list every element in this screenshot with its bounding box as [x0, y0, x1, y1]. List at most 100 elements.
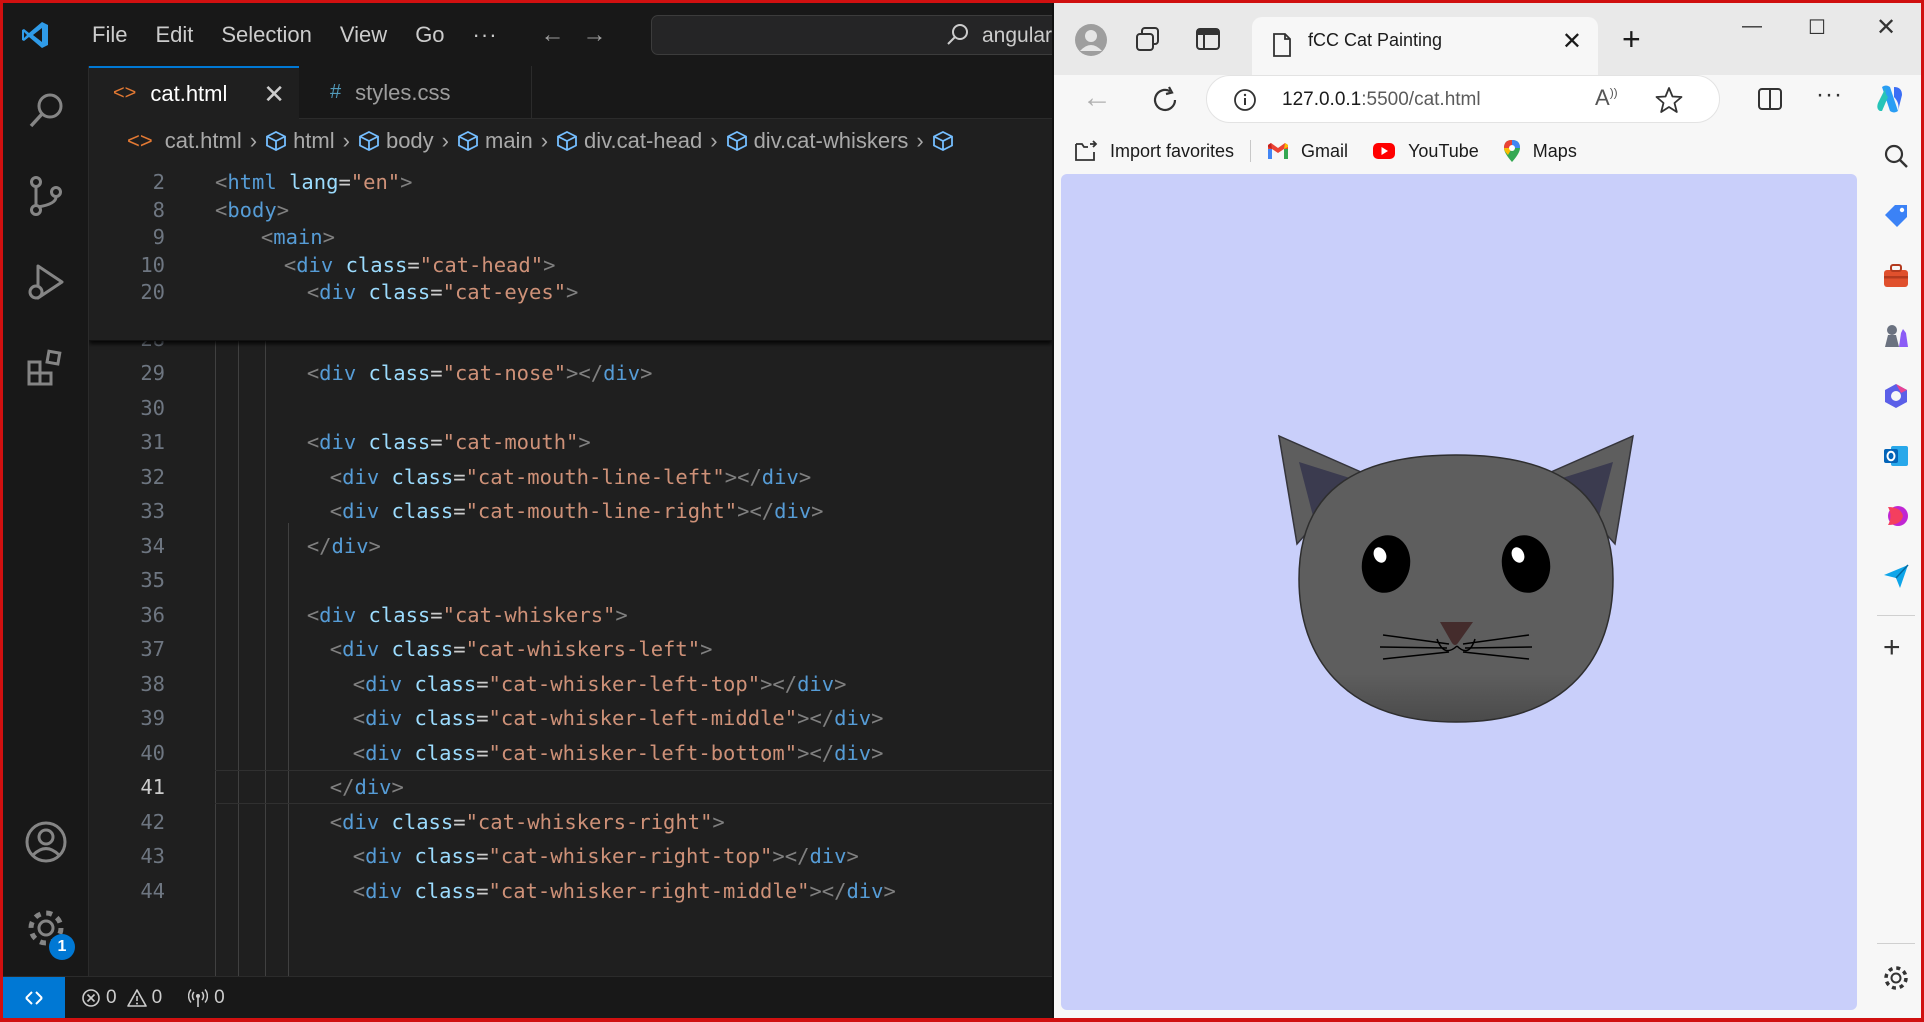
import-icon — [1075, 140, 1098, 161]
add-sidebar-app-icon[interactable]: + — [1883, 631, 1901, 665]
breadcrumb-item[interactable]: <> cat.html — [127, 128, 242, 154]
accounts-activity[interactable] — [3, 802, 89, 882]
breadcrumb-item[interactable]: div.cat-whiskers — [726, 128, 908, 154]
code-token: < — [329, 464, 343, 489]
favorites-bar: Import favorites Gmail YouTube Maps — [1054, 131, 1921, 171]
vertical-tabs-icon[interactable] — [1194, 25, 1222, 53]
explorer-search-activity[interactable] — [3, 70, 89, 150]
code-token: < — [306, 430, 320, 454]
forward-arrow-icon[interactable]: → — [574, 21, 616, 49]
workspaces-icon[interactable] — [1134, 25, 1162, 53]
split-screen-icon[interactable] — [1756, 85, 1784, 113]
code-text: <div class="cat-whiskers-left"> — [330, 632, 713, 666]
favorite-gmail[interactable]: Gmail — [1267, 141, 1348, 162]
back-arrow-icon[interactable]: ← — [1082, 81, 1112, 115]
favorite-star-icon[interactable] — [1655, 86, 1683, 114]
read-aloud-icon[interactable]: A)) — [1595, 85, 1618, 111]
site-info-icon[interactable] — [1233, 88, 1257, 112]
ports-indicator[interactable]: 0 — [188, 987, 225, 1009]
code-token: "cat-eyes" — [442, 280, 567, 305]
search-icon — [29, 93, 63, 128]
microsoft-365-icon[interactable] — [1881, 381, 1911, 411]
close-tab-icon[interactable]: ✕ — [263, 79, 285, 110]
code-token: </ — [306, 533, 332, 558]
outlook-icon[interactable] — [1881, 441, 1911, 471]
manage-activity[interactable]: 1 — [3, 888, 89, 968]
code-line[interactable]: 36 <div class="cat-whiskers"> — [89, 598, 1052, 632]
code-editor[interactable]: 2 <html lang="en"> 8 <body> 9 <main> 10 <div cl… — [89, 163, 1052, 976]
menu-selection[interactable]: Selection — [207, 22, 326, 48]
line-number: 34 — [140, 533, 165, 558]
extensions-activity[interactable] — [3, 328, 89, 408]
breadcrumb-item[interactable]: div.cat-head — [556, 128, 702, 154]
code-line[interactable]: 38 <div class="cat-whisker-left-top"></di… — [89, 667, 1052, 701]
menu-file[interactable]: File — [78, 22, 141, 48]
designer-icon[interactable] — [1881, 501, 1911, 531]
code-line[interactable]: 39 <div class="cat-whisker-left-middle"><… — [89, 701, 1052, 735]
code-line[interactable]: 35 — [89, 563, 1052, 597]
gear-icon[interactable] — [1881, 963, 1911, 993]
menu-more-button[interactable]: ··· — [459, 22, 512, 48]
send-arrow-icon[interactable] — [1881, 561, 1911, 591]
code-line-current[interactable]: 41 </div> — [89, 770, 1052, 804]
new-tab-button[interactable]: + — [1622, 21, 1641, 58]
code-token: div — [296, 252, 334, 277]
favorite-import[interactable]: Import favorites — [1074, 140, 1234, 162]
code-line[interactable]: 37 <div class="cat-whiskers-left"> — [89, 632, 1052, 666]
breadcrumb-item[interactable]: body — [358, 128, 434, 154]
tab-label: cat.html — [150, 80, 228, 106]
code-line[interactable]: 34 </div> — [89, 529, 1052, 563]
close-tab-icon[interactable]: ✕ — [1562, 27, 1582, 56]
shopping-tag-icon[interactable] — [1881, 201, 1911, 231]
code-line[interactable]: 32 <div class="cat-mouth-line-left"></div… — [89, 460, 1052, 494]
favorite-youtube[interactable]: YouTube — [1372, 141, 1479, 162]
code-line[interactable]: 33 <div class="cat-mouth-line-right"></di… — [89, 494, 1052, 528]
window-close-icon[interactable]: ✕ — [1876, 13, 1896, 42]
breadcrumb-item[interactable] — [932, 130, 960, 152]
tools-briefcase-icon[interactable] — [1881, 261, 1911, 291]
refresh-icon[interactable] — [1150, 85, 1180, 115]
breadcrumb-item[interactable]: html — [265, 128, 335, 154]
code-line[interactable]: 40 <div class="cat-whisker-left-bottom"><… — [89, 736, 1052, 770]
code-line[interactable]: 29 <div class="cat-nose"></div> — [89, 356, 1052, 390]
menu-go[interactable]: Go — [401, 22, 458, 48]
code-token: = — [430, 602, 443, 627]
copilot-icon[interactable] — [1872, 81, 1908, 117]
maximize-icon[interactable]: ☐ — [1808, 15, 1826, 40]
code-token: div — [846, 878, 884, 903]
run-debug-activity[interactable] — [3, 242, 89, 322]
tab-cat-html[interactable]: <> cat.html ✕ — [89, 66, 299, 119]
remote-indicator[interactable] — [3, 976, 65, 1018]
source-control-activity[interactable] — [3, 156, 89, 236]
more-options-icon[interactable]: ··· — [1816, 81, 1843, 109]
code-token: div — [834, 740, 872, 765]
code-line[interactable]: 42 <div class="cat-whiskers-right"> — [89, 805, 1052, 839]
code-line[interactable]: 20 <div class="cat-eyes"> — [89, 275, 1052, 309]
back-arrow-icon[interactable]: ← — [532, 21, 574, 49]
code-line[interactable]: 30 — [89, 391, 1052, 425]
profile-avatar-icon[interactable] — [1074, 23, 1108, 57]
page-viewport[interactable] — [1061, 174, 1857, 1010]
search-icon[interactable] — [1881, 141, 1911, 171]
sticky-scroll-header[interactable]: 2 <html lang="en"> 8 <body> 9 <main> 10 <div cl… — [89, 163, 1052, 341]
code-token: class — [414, 671, 477, 696]
browser-tab-active[interactable]: fCC Cat Painting ✕ — [1252, 17, 1598, 75]
code-line[interactable]: 44 <div class="cat-whisker-right-middle">… — [89, 874, 1052, 908]
code-token: </ — [809, 706, 835, 730]
tab-styles-css[interactable]: # styles.css — [300, 66, 532, 119]
games-icon[interactable] — [1881, 321, 1911, 351]
code-token: < — [329, 637, 343, 661]
favorite-maps[interactable]: Maps — [1503, 139, 1577, 163]
command-center-search[interactable]: angular — [651, 15, 1071, 55]
minimize-icon[interactable]: — — [1742, 15, 1762, 38]
problems-indicator[interactable]: 0 0 — [81, 987, 162, 1009]
address-bar[interactable]: 127.0.0.1:5500/cat.html A)) — [1206, 75, 1720, 123]
code-line[interactable]: 43 <div class="cat-whisker-right-top"></d… — [89, 839, 1052, 873]
line-number: 33 — [140, 499, 165, 523]
code-line[interactable]: 31 <div class="cat-mouth"> — [89, 425, 1052, 459]
menu-view[interactable]: View — [326, 22, 401, 48]
breadcrumb-item[interactable]: main — [457, 128, 533, 154]
chevron-right-icon: › — [540, 128, 549, 153]
menu-edit[interactable]: Edit — [141, 22, 207, 48]
